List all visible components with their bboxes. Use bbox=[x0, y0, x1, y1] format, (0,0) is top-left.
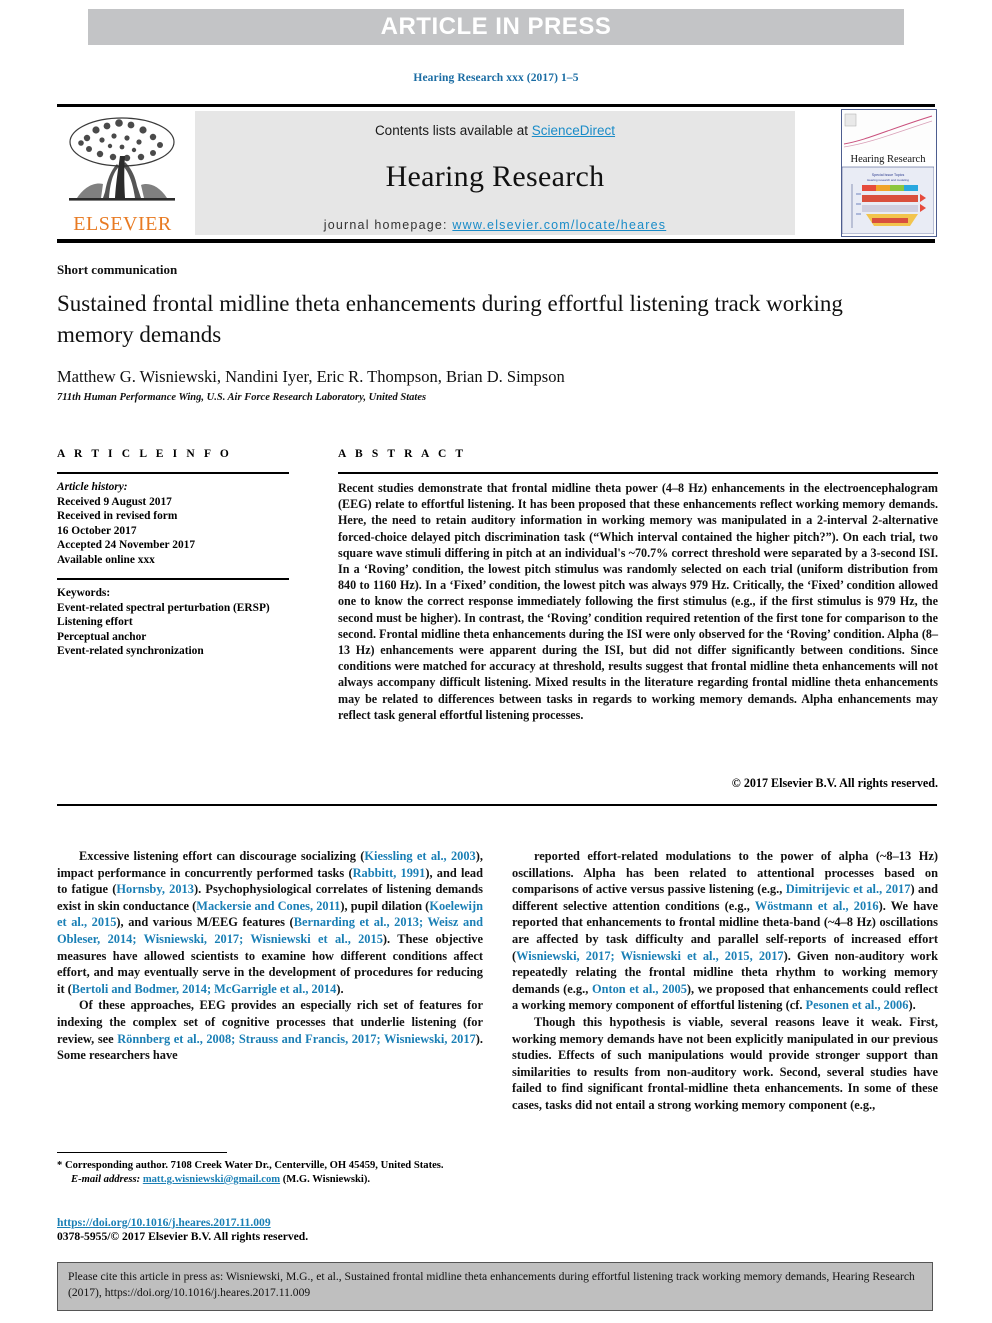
elsevier-tree-icon bbox=[69, 117, 175, 201]
abstract-bottom-rule bbox=[57, 804, 937, 806]
article-history-item: Received 9 August 2017 bbox=[57, 495, 172, 508]
contents-prefix: Contents lists available at bbox=[374, 123, 532, 138]
abstract-heading: A B S T R A C T bbox=[338, 448, 467, 460]
keyword-item: Perceptual anchor bbox=[57, 630, 147, 643]
journal-masthead: ELSEVIER Contents lists available at Sci… bbox=[57, 108, 937, 238]
svg-text:Special Issue Topics: Special Issue Topics bbox=[872, 173, 905, 177]
article-history-item: Accepted 24 November 2017 bbox=[57, 539, 196, 552]
abstract-copyright: © 2017 Elsevier B.V. All rights reserved… bbox=[731, 776, 938, 790]
email-link[interactable]: matt.g.wisniewski@gmail.com bbox=[143, 1174, 280, 1185]
svg-text:Hearing Research: Hearing Research bbox=[851, 154, 927, 165]
article-in-press-banner: ARTICLE IN PRESS bbox=[88, 9, 904, 45]
elsevier-wordmark: ELSEVIER bbox=[73, 213, 172, 235]
email-owner: (M.G. Wisniewski). bbox=[282, 1173, 371, 1185]
masthead-bottom-rule bbox=[57, 239, 935, 243]
article-history-item: 16 October 2017 bbox=[57, 524, 137, 537]
corresponding-author-note: * Corresponding author. 7108 Creek Water… bbox=[57, 1160, 444, 1171]
keyword-item: Listening effort bbox=[57, 616, 133, 629]
svg-text:Hearing research and modeling: Hearing research and modeling bbox=[867, 178, 909, 182]
masthead-top-rule bbox=[57, 104, 935, 107]
keywords-label: Keywords: bbox=[57, 587, 111, 599]
abstract-text: Recent studies demonstrate that frontal … bbox=[338, 481, 938, 722]
sciencedirect-link[interactable]: ScienceDirect bbox=[532, 123, 615, 138]
keywords-rule bbox=[57, 578, 289, 580]
cite-this-article-box: Please cite this article in press as: Wi… bbox=[57, 1262, 933, 1311]
body-column-left: Excessive listening effort can discourag… bbox=[57, 848, 483, 1064]
elsevier-logo: ELSEVIER bbox=[57, 108, 188, 238]
article-type-label: Short communication bbox=[57, 262, 178, 277]
page-title: Sustained frontal midline theta enhancem… bbox=[57, 291, 843, 347]
article-info-rule bbox=[57, 472, 289, 474]
body-paragraph: Of these approaches, EEG provides an esp… bbox=[57, 998, 483, 1063]
abstract-rule bbox=[338, 472, 938, 474]
doi-link[interactable]: https://doi.org/10.1016/j.heares.2017.11… bbox=[57, 1216, 271, 1229]
contents-line: Contents lists available at ScienceDirec… bbox=[195, 123, 795, 138]
affiliation: 711th Human Performance Wing, U.S. Air F… bbox=[57, 392, 427, 403]
journal-cover-thumbnail: Hearing Research Special Issue Topics He… bbox=[841, 109, 937, 237]
masthead-center-panel: Contents lists available at ScienceDirec… bbox=[195, 111, 795, 235]
article-history-label: Article history: bbox=[57, 481, 128, 493]
body-paragraph: Excessive listening effort can discourag… bbox=[57, 849, 483, 996]
footnote-rule bbox=[57, 1152, 227, 1153]
running-head: Hearing Research xxx (2017) 1–5 bbox=[413, 72, 579, 84]
body-paragraph: Though this hypothesis is viable, severa… bbox=[512, 1014, 938, 1112]
email-label: E-mail address: bbox=[71, 1173, 141, 1185]
footnote-block: * Corresponding author. 7108 Creek Water… bbox=[57, 1159, 483, 1187]
cite-this-article-text: Please cite this article in press as: Wi… bbox=[68, 1270, 915, 1299]
email-note: E-mail address: matt.g.wisniewski@gmail.… bbox=[57, 1173, 483, 1187]
article-in-press-label: ARTICLE IN PRESS bbox=[380, 13, 612, 40]
keywords-block: Keywords: Event-related spectral perturb… bbox=[57, 586, 307, 659]
article-history-item: Received in revised form bbox=[57, 510, 178, 523]
doi-block: https://doi.org/10.1016/j.heares.2017.11… bbox=[57, 1216, 483, 1245]
article-history-block: Article history: Received 9 August 2017 … bbox=[57, 480, 297, 568]
author-list: Matthew G. Wisniewski, Nandini Iyer, Eri… bbox=[57, 367, 917, 387]
homepage-prefix: journal homepage: bbox=[323, 218, 453, 232]
article-history-item: Available online xxx bbox=[57, 553, 155, 566]
journal-cover-image: Hearing Research Special Issue Topics He… bbox=[842, 110, 935, 235]
author-names: Matthew G. Wisniewski, Nandini Iyer, Eri… bbox=[57, 367, 565, 386]
body-paragraph: reported effort-related modulations to t… bbox=[512, 849, 939, 1013]
keyword-item: Event-related synchronization bbox=[57, 645, 204, 658]
issn-copyright-line: 0378-5955/© 2017 Elsevier B.V. All right… bbox=[57, 1230, 309, 1244]
keyword-item: Event-related spectral perturbation (ERS… bbox=[57, 601, 270, 614]
journal-homepage-line: journal homepage: www.elsevier.com/locat… bbox=[195, 218, 795, 232]
body-column-right: reported effort-related modulations to t… bbox=[512, 848, 938, 1114]
journal-title: Hearing Research bbox=[385, 160, 605, 193]
article-info-heading: A R T I C L E I N F O bbox=[57, 448, 232, 460]
journal-homepage-link[interactable]: www.elsevier.com/locate/heares bbox=[452, 218, 666, 232]
